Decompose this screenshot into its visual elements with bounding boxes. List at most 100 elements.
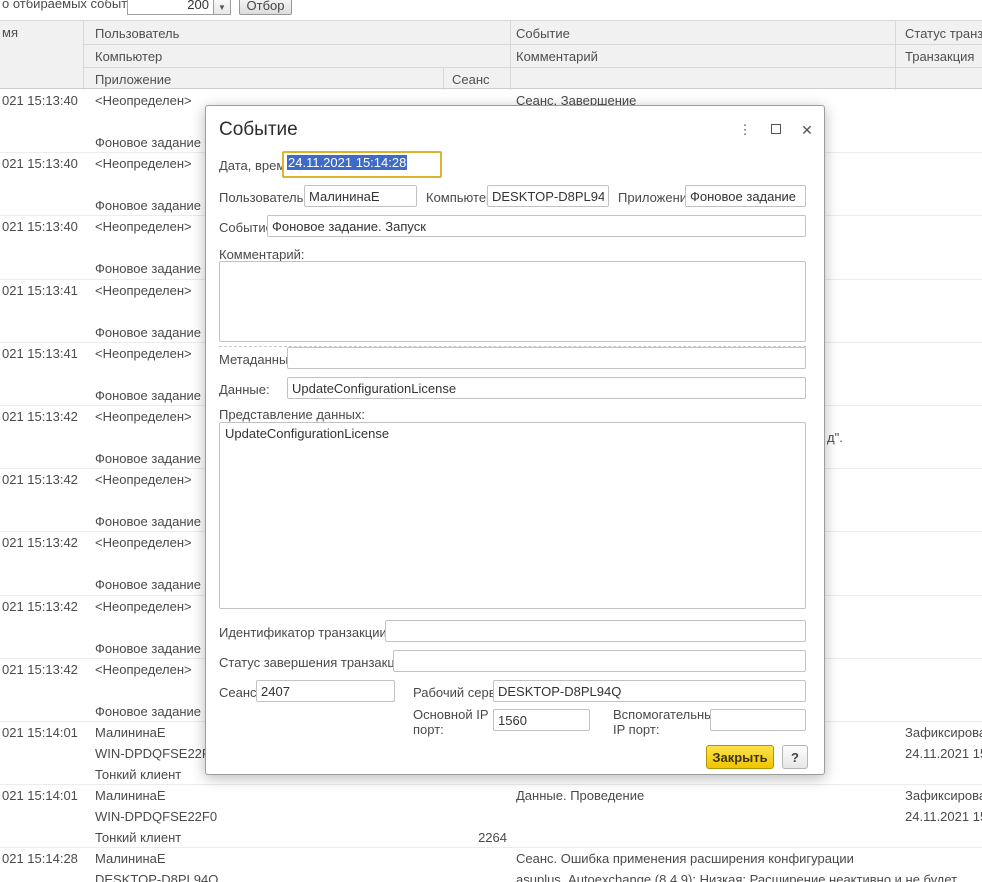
cell-application: Фоновое задание (95, 705, 201, 719)
cell-application: Фоновое задание (95, 199, 201, 213)
cell-datetime: 021 15:13:40 (2, 220, 78, 234)
cell-event: Данные. Проведение (516, 789, 644, 803)
datetime-selected-text: 24.11.2021 15:14:28 (287, 155, 407, 170)
aux-port-label: Вспомогательный IP порт: (613, 707, 718, 737)
data-label: Данные: (219, 382, 270, 397)
events-count-input[interactable] (127, 0, 213, 15)
cell-user: МалининаЕ (95, 789, 166, 803)
user-field[interactable] (304, 185, 417, 207)
dialog-title: Событие (219, 119, 298, 141)
header-divider (83, 21, 84, 90)
cell-datetime: 021 15:14:28 (2, 852, 78, 866)
cell-datetime: 021 15:13:42 (2, 410, 78, 424)
event-field[interactable] (267, 215, 806, 237)
aux-port-field[interactable] (710, 709, 806, 731)
cell-user: <Неопределен> (95, 94, 192, 108)
header-session: Сеанс (452, 72, 490, 87)
cell-user: <Неопределен> (95, 284, 192, 298)
cell-computer: WIN-DPDQFSE22F0 (95, 810, 217, 824)
metadata-field[interactable] (287, 347, 806, 369)
cell-application: Фоновое задание (95, 515, 201, 529)
cell-application: Фоновое задание (95, 578, 201, 592)
cell-application: Фоновое задание (95, 642, 201, 656)
toolbar: о отбираемых событий: ▼ Отбор (0, 0, 982, 20)
main-port-label: Основной IP порт: (413, 707, 495, 737)
header-divider (83, 67, 982, 68)
data-presentation-textarea[interactable]: UpdateConfigurationLicense (219, 422, 806, 609)
cell-user: <Неопределен> (95, 600, 192, 614)
user-label: Пользователь: (219, 190, 307, 205)
datetime-field[interactable]: 24.11.2021 15:14:28 (282, 151, 442, 178)
cell-application: Фоновое задание (95, 452, 201, 466)
cell-datetime: 021 15:13:41 (2, 284, 78, 298)
cell-user: <Неопределен> (95, 663, 192, 677)
transaction-id-field[interactable] (385, 620, 806, 642)
cell-user: <Неопределен> (95, 347, 192, 361)
transaction-id-label: Идентификатор транзакции: (219, 625, 390, 640)
cell-datetime: 021 15:13:41 (2, 347, 78, 361)
cell-user: <Неопределен> (95, 410, 192, 424)
cell-status: Зафиксирована (905, 726, 982, 740)
main-port-field[interactable] (493, 709, 590, 731)
cell-computer: WIN-DPDQFSE22F0 (95, 747, 217, 761)
cell-user: <Неопределен> (95, 220, 192, 234)
count-spinner-dropdown[interactable]: ▼ (213, 0, 231, 15)
cell-computer: DESKTOP-D8PL94Q (95, 873, 218, 882)
cell-user: <Неопределен> (95, 473, 192, 487)
cell-user: МалининаЕ (95, 852, 166, 866)
header-transaction: Транзакция (905, 49, 974, 64)
cell-datetime: 021 15:14:01 (2, 726, 78, 740)
cell-datetime: 021 15:13:42 (2, 536, 78, 550)
maximize-icon[interactable] (767, 121, 785, 139)
header-datetime: мя (2, 25, 18, 40)
cell-comment-fragment: д". (827, 431, 843, 445)
cell-application: Фоновое задание (95, 389, 201, 403)
table-row[interactable]: 021 15:14:28 МалининаЕ DESKTOP-D8PL94Q С… (0, 848, 982, 882)
cell-datetime: 021 15:14:01 (2, 789, 78, 803)
transaction-status-label: Статус завершения транзакции: (219, 655, 413, 670)
cell-transaction: 24.11.2021 15:1 (905, 810, 982, 824)
cell-session: 2264 (443, 831, 507, 845)
comment-textarea[interactable] (219, 261, 806, 342)
cell-application: Фоновое задание (95, 326, 201, 340)
application-field[interactable] (685, 185, 806, 207)
header-divider (510, 21, 511, 90)
cell-event: Сеанс. Ошибка применения расширения конф… (516, 852, 854, 866)
event-log-screen: о отбираемых событий: ▼ Отбор мя Пользов… (0, 0, 982, 882)
cell-datetime: 021 15:13:42 (2, 663, 78, 677)
session-label: Сеанс: (219, 685, 260, 700)
table-header: мя Пользователь Компьютер Приложение Сеа… (0, 20, 982, 89)
comment-label: Комментарий: (219, 247, 305, 262)
help-button[interactable]: ? (782, 745, 808, 769)
cell-comment: asuplus_Autoexchange (8.4.9): Низкая: Ра… (516, 873, 957, 882)
header-computer: Компьютер (95, 49, 162, 64)
header-event: Событие (516, 26, 570, 41)
cell-datetime: 021 15:13:40 (2, 94, 78, 108)
header-divider (895, 21, 896, 90)
header-status: Статус транза (905, 26, 982, 41)
cell-application: Тонкий клиент (95, 768, 181, 782)
header-user: Пользователь (95, 26, 179, 41)
cell-user: <Неопределен> (95, 157, 192, 171)
transaction-status-field[interactable] (393, 650, 806, 672)
cell-application: Тонкий клиент (95, 831, 181, 845)
cell-user: МалининаЕ (95, 726, 166, 740)
event-dialog: Событие ⋮ ✕ Дата, время: 24.11.2021 15:1… (205, 105, 825, 775)
data-field[interactable] (287, 377, 806, 399)
computer-field[interactable] (487, 185, 609, 207)
cell-status: Зафиксирована (905, 789, 982, 803)
cell-datetime: 021 15:13:40 (2, 157, 78, 171)
session-field[interactable] (256, 680, 395, 702)
more-menu-icon[interactable]: ⋮ (736, 121, 754, 139)
close-button[interactable]: Закрыть (706, 745, 774, 769)
cell-user: <Неопределен> (95, 536, 192, 550)
header-divider (443, 67, 444, 90)
filter-button[interactable]: Отбор (239, 0, 292, 15)
cell-transaction: 24.11.2021 15:1 (905, 747, 982, 761)
cell-application: Фоновое задание (95, 136, 201, 150)
cell-datetime: 021 15:13:42 (2, 600, 78, 614)
server-field[interactable] (493, 680, 806, 702)
close-icon[interactable]: ✕ (798, 121, 816, 139)
table-row[interactable]: 021 15:14:01 МалининаЕ WIN-DPDQFSE22F0 Т… (0, 785, 982, 848)
header-comment: Комментарий (516, 49, 598, 64)
